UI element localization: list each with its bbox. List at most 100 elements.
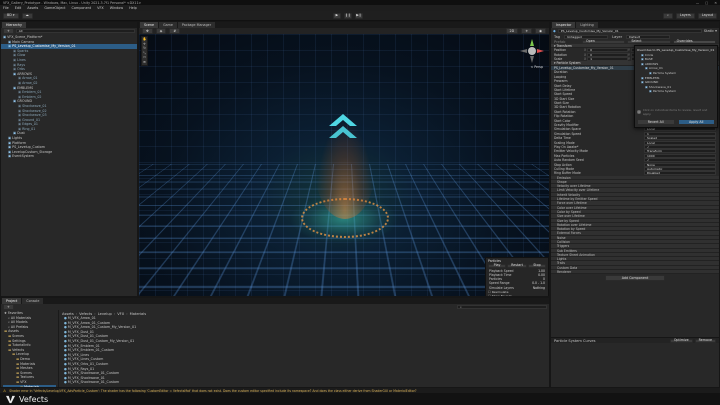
folder-icon: ▬ — [16, 375, 19, 379]
hierarchy-item-label: Dust — [17, 131, 25, 135]
hierarchy-item[interactable]: ▣EventSystem — [1, 154, 137, 159]
asset-file-label: M_VFX_Arrow_01_Custom — [68, 321, 110, 325]
transform-title: Transform — [557, 44, 572, 48]
curves-remove-button[interactable]: Remove — [695, 339, 716, 343]
breadcrumb-item[interactable]: Assets — [62, 312, 74, 316]
menu-vfx[interactable]: VFX — [97, 6, 104, 10]
gameobject-icon: ▣ — [18, 81, 21, 85]
project-body: ★Favorites ⌕All Materials ⌕All Models ⌕All … — [1, 310, 549, 388]
gameobject-icon: ▣ — [13, 67, 16, 71]
gameobject-icon: ▣ — [13, 58, 16, 62]
breadcrumb-item[interactable]: Levelup — [98, 312, 112, 316]
ps-row-value[interactable]: ✓ — [644, 145, 716, 149]
checkbox-icon[interactable]: ☐ — [488, 290, 491, 294]
ps-row-value[interactable]: Scaled — [644, 136, 716, 140]
pause-button[interactable]: ❙❙ — [344, 13, 352, 19]
persp-label[interactable]: < Persp — [531, 65, 543, 69]
search-icon[interactable]: ⌕ — [663, 13, 673, 19]
particles-stop-button[interactable]: Stop — [528, 264, 546, 268]
transform-x-field[interactable]: 0 — [587, 48, 628, 52]
apply-all-button[interactable]: Apply All — [678, 119, 716, 125]
gameobject-icon: ▣ — [645, 85, 648, 89]
object-name-field[interactable]: PS_Levelup_Customise_My_Version_01 — [558, 29, 702, 33]
menu-edit[interactable]: Edit — [15, 6, 22, 10]
particles-play-button[interactable]: Play — [488, 264, 506, 268]
step-button[interactable]: ▶❙ — [355, 13, 363, 19]
layout-dropdown[interactable]: Layout — [698, 13, 717, 19]
layers-dropdown[interactable]: Layers — [676, 13, 695, 19]
gameobject-icon: ▣ — [641, 80, 644, 84]
axis-label: X — [584, 53, 586, 57]
tag-dropdown[interactable]: Untagged — [564, 35, 608, 39]
layer-dropdown[interactable]: Default — [626, 35, 670, 39]
transform-x-field[interactable]: 0 — [587, 53, 628, 57]
transform-tool-icon[interactable]: ⊕ — [142, 60, 147, 65]
breadcrumb-item[interactable]: Vefects — [79, 312, 92, 316]
add-icon[interactable]: + — [3, 28, 14, 34]
hierarchy-search-input[interactable]: All — [16, 29, 135, 33]
particles-restart-button[interactable]: Restart — [507, 264, 527, 268]
gameobject-icon: ▣ — [18, 113, 21, 117]
play-button[interactable]: ▶ — [333, 13, 341, 19]
override-item-label: GROUND — [645, 80, 659, 84]
ps-row-value[interactable]: Automatic — [644, 167, 716, 171]
ps-row-value[interactable]: ✓ — [644, 158, 716, 162]
ps-row-label: Simulation Speed — [554, 132, 581, 136]
project-panel: Project Console + ⌕ ★Favorites ⌕All Mater… — [0, 297, 550, 388]
curves-optimize-button[interactable]: Optimize — [670, 339, 693, 343]
minimize-button[interactable]: — — [696, 1, 699, 5]
overlay-row-value[interactable]: Nothing — [533, 286, 545, 290]
particles-overlay-rows: Playback Speed 1.00 Playback Time 0.00 Parti… — [488, 268, 546, 289]
folder-icon: ▬ — [12, 352, 15, 356]
scene-viewport[interactable]: < Persp ✋ ✛ ↻ ⤡ ▭ ⊕ Particles Play Resta… — [139, 34, 550, 297]
asset-file-item[interactable]: ●M_VFX_Shockwave_01_Custom — [62, 380, 546, 385]
ps-row-value[interactable]: Transform — [644, 149, 716, 153]
ps-row-value[interactable]: Local — [644, 127, 716, 131]
ps-row-value[interactable]: Disabled — [644, 171, 716, 175]
close-button[interactable]: ✕ — [714, 1, 717, 5]
maximize-button[interactable]: □ — [705, 1, 708, 5]
hierarchy-item-label: EMBLEMS — [17, 86, 33, 90]
menu-gameobject[interactable]: GameObject — [44, 6, 65, 10]
ps-row-value[interactable]: 1000 — [644, 154, 716, 158]
ps-row-value[interactable]: None — [644, 163, 716, 167]
transform-x-field[interactable]: 1 — [587, 57, 628, 61]
breadcrumb-item[interactable]: Materials — [130, 312, 146, 316]
ps-row-value[interactable]: 1 — [644, 132, 716, 136]
cloud-icon[interactable]: ☁ — [22, 13, 33, 19]
ps-row-label: Delta Time — [554, 136, 571, 140]
hierarchy-item-label: Lights — [12, 136, 22, 140]
add-component-button[interactable]: Add Component — [605, 275, 665, 281]
ps-row-label: Start Rotation — [554, 110, 575, 114]
override-item[interactable]: ▣Particle System — [637, 89, 715, 94]
status-message[interactable]: Shader error in 'Vefects/Levelup/VFX_Adv… — [9, 389, 416, 393]
view-tool-icon[interactable]: ✋ — [142, 37, 147, 42]
menu-component[interactable]: Component — [71, 6, 91, 10]
gameobject-icon: ▣ — [18, 95, 21, 99]
account-button[interactable]: BD ▾ — [3, 13, 19, 19]
menu-assets[interactable]: Assets — [27, 6, 38, 10]
material-icon: ● — [64, 362, 67, 366]
prefab-open-button[interactable]: Open — [582, 40, 625, 44]
tab-package-manager[interactable]: Package Manager — [178, 22, 215, 28]
menu-help[interactable]: Help — [129, 6, 137, 10]
ps-row-value[interactable]: Local — [644, 141, 716, 145]
prefab-select-button[interactable]: Select — [627, 40, 670, 44]
hierarchy-item-label: Arrow_01 — [22, 76, 37, 80]
revert-all-button[interactable]: Revert All — [637, 119, 675, 125]
tab-lighting[interactable]: Lighting — [576, 22, 597, 28]
tab-console[interactable]: Console — [22, 298, 43, 304]
folder-icon: ▬ — [8, 343, 11, 347]
playback-controls: ▶ ❙❙ ▶❙ — [333, 13, 363, 19]
breadcrumb-item[interactable]: VFX — [117, 312, 124, 316]
static-toggle[interactable]: Static ▾ — [704, 29, 717, 33]
override-item-label: Shockwave_01 — [649, 85, 671, 89]
orientation-gizmo[interactable] — [519, 38, 545, 64]
tab-inspector[interactable]: Inspector — [552, 22, 575, 28]
asset-file-label: M_VFX_Emblem_01 — [68, 344, 100, 348]
toolbar-right: ⌕ Layers Layout — [663, 13, 717, 19]
menu-file[interactable]: File — [3, 6, 9, 10]
prefab-overrides-button[interactable]: Overrides — [673, 40, 716, 44]
project-search-input[interactable]: ⌕ — [457, 305, 547, 309]
menu-window[interactable]: Window — [110, 6, 123, 10]
